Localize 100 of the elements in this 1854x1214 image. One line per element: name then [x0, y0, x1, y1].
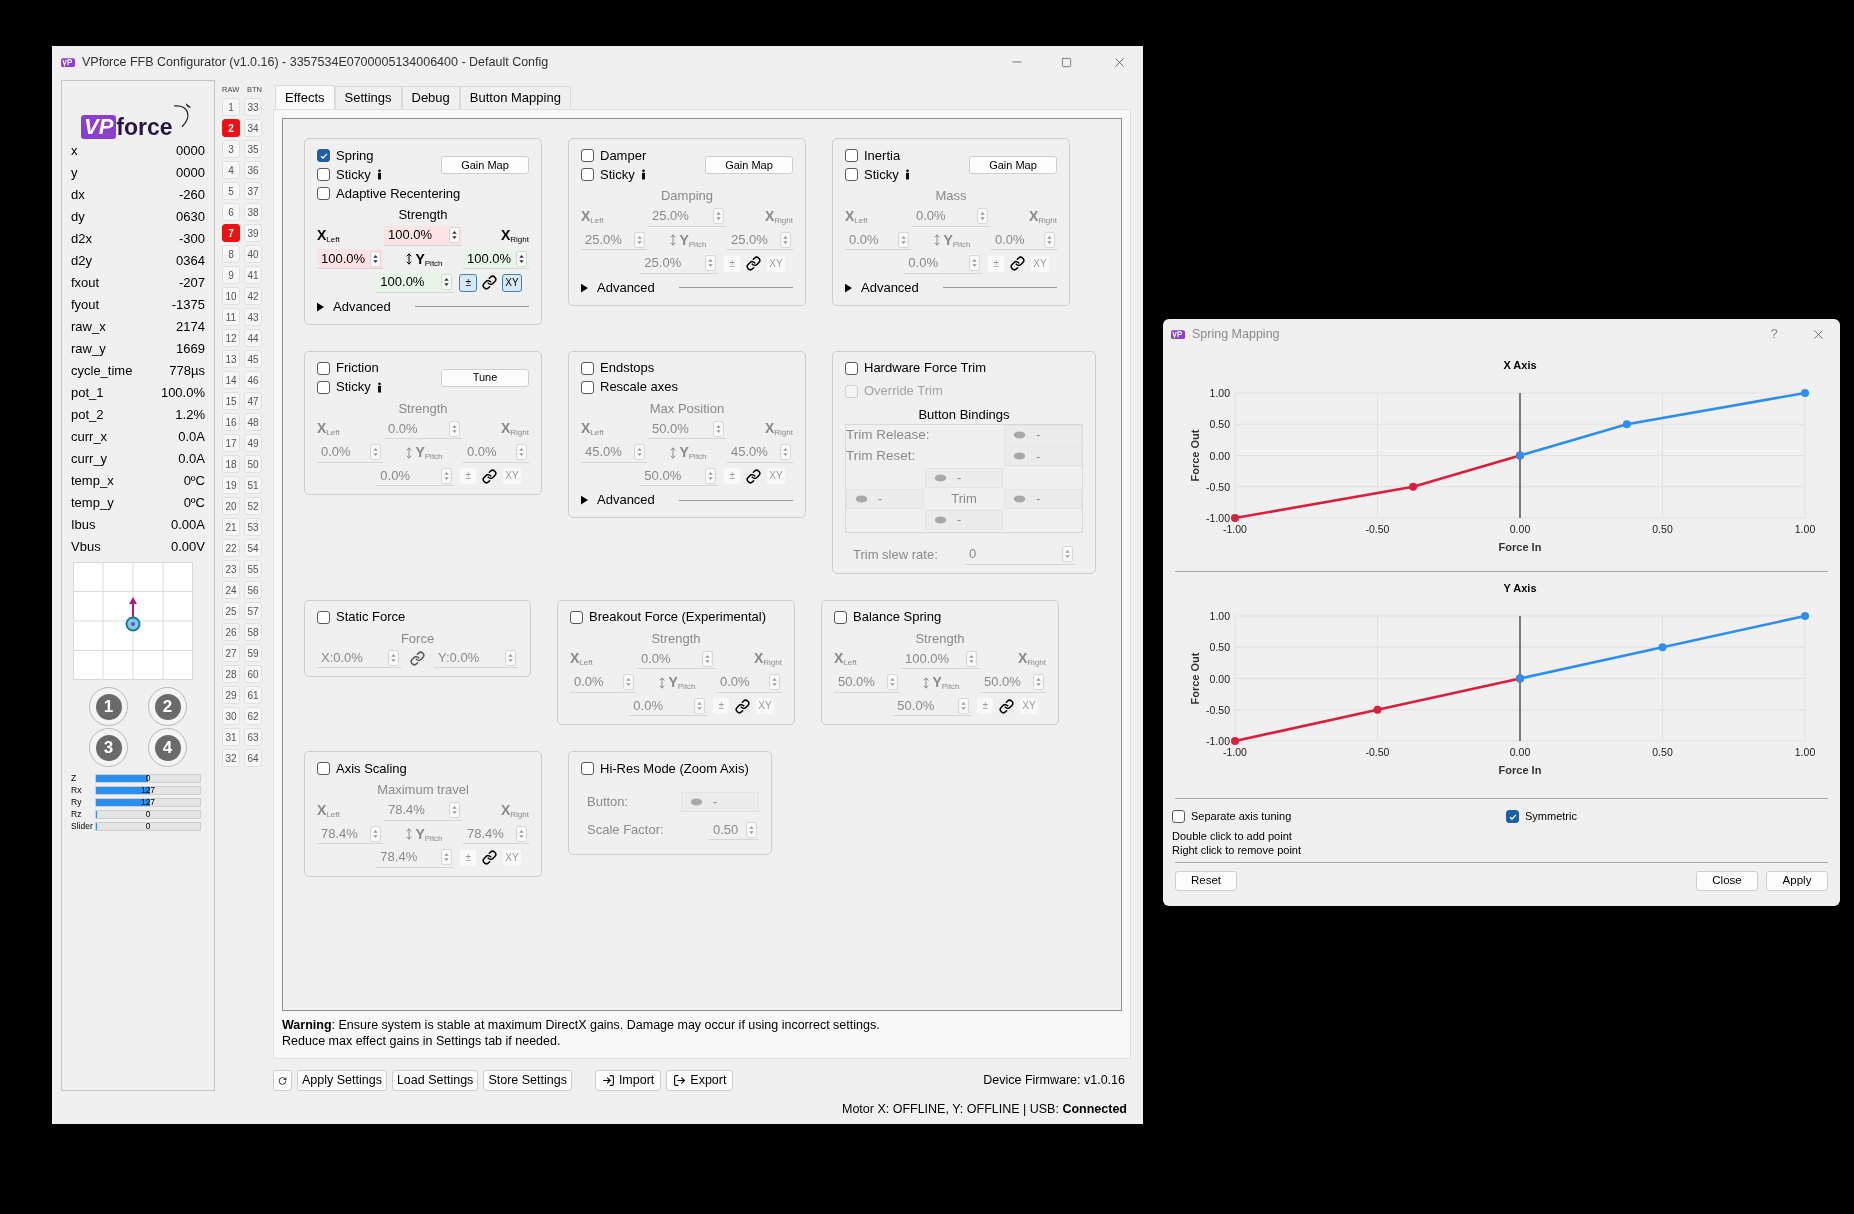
binding-field[interactable]: - — [681, 792, 759, 812]
curve-point[interactable] — [1801, 389, 1809, 397]
symmetry-toggle[interactable]: ± — [723, 467, 742, 485]
checkbox[interactable] — [317, 149, 330, 162]
spin-field[interactable]: X:0.0% — [317, 648, 401, 668]
spin-field[interactable]: 0.0% — [384, 419, 462, 439]
spin-field[interactable]: 0.0% — [463, 442, 529, 463]
action-button[interactable]: Load Settings — [391, 1070, 479, 1091]
spin-field[interactable]: 100.0% — [901, 649, 979, 669]
checkbox-label[interactable]: Damper — [600, 145, 647, 166]
refresh-button[interactable] — [273, 1070, 292, 1091]
checkbox[interactable] — [317, 168, 330, 181]
link-icon[interactable] — [999, 698, 1015, 714]
checkbox[interactable] — [581, 762, 594, 775]
spin-field[interactable]: 0.0% — [317, 442, 383, 463]
checkbox[interactable] — [581, 361, 594, 375]
advanced-expander[interactable]: Advanced — [581, 278, 655, 297]
checkbox-label[interactable]: Sticky — [336, 377, 371, 397]
action-button[interactable]: Apply Settings — [297, 1070, 387, 1091]
curve-point[interactable] — [1373, 705, 1382, 714]
checkbox-label[interactable]: Rescale axes — [600, 377, 679, 397]
spin-field[interactable]: 100.0% — [376, 272, 455, 293]
spin-field[interactable]: 0.0% — [991, 230, 1057, 250]
panel-button[interactable]: Gain Map — [969, 156, 1057, 174]
spin-field[interactable]: 78.4% — [317, 824, 383, 844]
spin-field[interactable]: 0.0% — [629, 696, 708, 716]
spin-field[interactable]: 0 — [965, 544, 1075, 565]
spin-field[interactable]: 0.0% — [912, 206, 990, 227]
spin-field[interactable]: 45.0% — [581, 442, 647, 463]
curve-point[interactable] — [1231, 514, 1239, 522]
tab[interactable]: Effects — [275, 85, 335, 109]
spin-field[interactable]: 0.0% — [570, 672, 636, 693]
export-button[interactable]: Export — [666, 1070, 734, 1091]
spin-arrows-icon[interactable] — [516, 250, 527, 267]
checkbox[interactable] — [317, 610, 330, 624]
checkbox[interactable] — [581, 168, 594, 181]
tab[interactable]: Debug — [401, 86, 460, 109]
binding-field[interactable]: - — [1004, 425, 1082, 446]
advanced-expander[interactable]: Advanced — [845, 278, 919, 297]
link-icon[interactable] — [746, 468, 762, 484]
import-button[interactable]: Import — [594, 1070, 662, 1091]
spin-field[interactable]: 100.0% — [463, 249, 529, 269]
checkbox-label[interactable]: Axis Scaling — [336, 758, 407, 779]
checkbox[interactable] — [845, 149, 858, 162]
spin-field[interactable]: 78.4% — [376, 847, 455, 868]
maximize-icon[interactable] — [1061, 56, 1072, 68]
spin-field[interactable]: 0.50 — [709, 820, 759, 840]
help-button[interactable]: ? — [1764, 324, 1784, 344]
xy-toggle[interactable]: XY — [502, 273, 522, 292]
spin-field[interactable]: 50.0% — [648, 419, 726, 439]
checkbox-label[interactable]: Endstops — [600, 358, 655, 378]
spin-field[interactable]: 45.0% — [727, 442, 793, 463]
checkbox[interactable] — [1506, 810, 1519, 823]
link-icon[interactable] — [746, 256, 762, 271]
spin-field[interactable]: 50.0% — [980, 672, 1046, 693]
checkbox-label[interactable]: Friction — [336, 358, 379, 378]
symmetry-toggle[interactable]: ± — [459, 273, 478, 292]
symmetry-toggle[interactable]: ± — [987, 254, 1006, 273]
spin-field[interactable]: 100.0% — [317, 249, 383, 269]
tab[interactable]: Settings — [334, 86, 402, 109]
checkbox-label[interactable]: Sticky — [336, 164, 371, 185]
xy-toggle[interactable]: XY — [766, 467, 786, 485]
spin-field[interactable]: 0.0% — [904, 253, 983, 274]
link-icon[interactable] — [410, 650, 425, 666]
spin-field[interactable]: 50.0% — [834, 672, 900, 693]
dialog-button[interactable]: Reset — [1175, 871, 1237, 891]
hat-button[interactable]: 1 — [89, 687, 128, 726]
panel-button[interactable]: Gain Map — [441, 156, 529, 174]
curve-point[interactable] — [1658, 643, 1667, 652]
panel-button[interactable]: Tune — [441, 368, 529, 387]
checkbox[interactable] — [317, 361, 330, 375]
spin-field[interactable]: 25.0% — [640, 253, 719, 274]
checkbox-label[interactable]: Separate axis tuning — [1191, 808, 1292, 825]
binding-field[interactable]: - — [1004, 446, 1082, 467]
hat-button[interactable]: 4 — [148, 728, 187, 767]
checkbox[interactable] — [317, 380, 330, 394]
spin-arrows-icon[interactable] — [370, 250, 381, 267]
binding-field[interactable]: - — [1004, 488, 1082, 509]
checkbox[interactable] — [570, 610, 583, 624]
checkbox-label[interactable]: Spring — [336, 145, 374, 166]
xy-toggle[interactable]: XY — [755, 697, 775, 715]
spin-field[interactable]: Y:0.0% — [434, 648, 518, 668]
spin-field[interactable]: 78.4% — [463, 824, 529, 844]
checkbox[interactable] — [581, 149, 594, 162]
checkbox[interactable] — [1172, 810, 1185, 823]
xy-toggle[interactable]: XY — [1030, 254, 1050, 273]
advanced-expander[interactable]: Advanced — [581, 491, 655, 509]
spin-field[interactable]: 50.0% — [640, 466, 719, 486]
advanced-expander[interactable]: Advanced — [317, 297, 391, 316]
checkbox-label[interactable]: Inertia — [864, 145, 901, 166]
link-icon[interactable] — [482, 468, 498, 484]
checkbox[interactable] — [317, 187, 330, 200]
spin-field[interactable]: 25.0% — [648, 206, 726, 227]
checkbox[interactable] — [581, 380, 594, 394]
checkbox[interactable] — [834, 610, 847, 624]
symmetry-toggle[interactable]: ± — [712, 697, 731, 715]
curve-point[interactable] — [1409, 482, 1418, 491]
spin-field[interactable]: 0.0% — [716, 672, 782, 693]
checkbox-label[interactable]: Sticky — [864, 164, 899, 185]
checkbox[interactable] — [845, 168, 858, 181]
